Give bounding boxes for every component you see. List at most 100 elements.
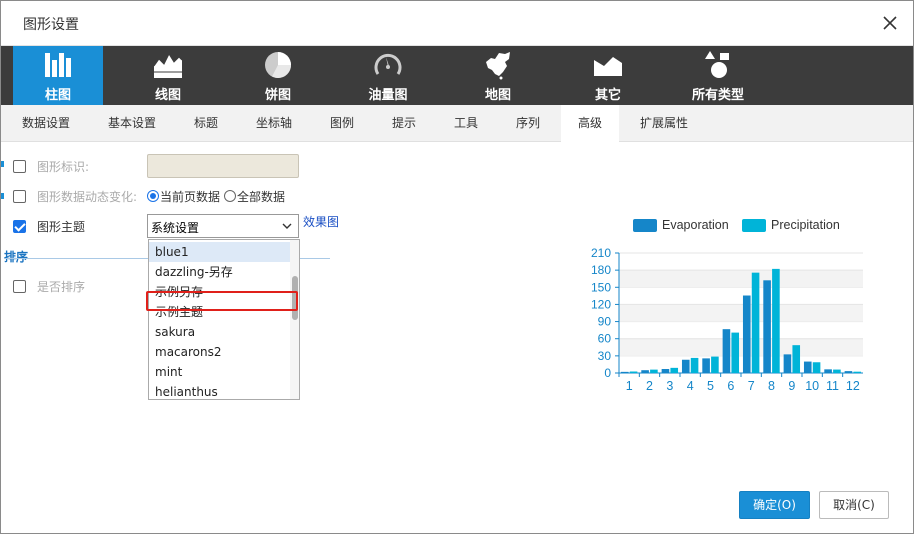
theme-option[interactable]: blue1 <box>149 242 291 262</box>
x-tick-label: 2 <box>646 379 653 393</box>
bar-evaporation <box>763 280 771 373</box>
sort-section-title: 排序 <box>4 250 29 264</box>
bar-precipitation <box>833 369 841 373</box>
bar-precipitation <box>812 362 821 373</box>
cancel-button[interactable]: 取消(C) <box>819 491 889 519</box>
theme-checkbox[interactable] <box>13 220 26 233</box>
dropdown-scrollbar[interactable] <box>290 240 299 399</box>
other-chart-icon <box>594 57 622 76</box>
theme-option[interactable]: 示例主题 <box>149 302 291 322</box>
tab-legend[interactable]: 图例 <box>319 105 365 142</box>
tab-title[interactable]: 标题 <box>181 105 231 142</box>
chart-type-all[interactable]: 所有类型 <box>673 46 763 105</box>
bar-precipitation <box>711 356 719 373</box>
sort-label: 是否排序 <box>37 280 86 294</box>
graph-id-label: 图形标识: <box>37 160 90 174</box>
chart-type-gauge[interactable]: 油量图 <box>343 46 433 105</box>
radio-all-data[interactable] <box>224 190 236 202</box>
y-tick-label: 180 <box>591 263 611 277</box>
y-tick-label: 120 <box>591 297 611 311</box>
theme-option[interactable]: macarons2 <box>149 342 291 362</box>
chart-type-bar-chart[interactable]: 柱图 <box>13 46 103 105</box>
theme-option[interactable]: mint <box>149 362 291 382</box>
graph-id-input[interactable] <box>147 154 299 178</box>
bar-evaporation <box>681 359 690 373</box>
y-tick-label: 150 <box>591 280 611 294</box>
grid-band <box>619 338 863 356</box>
legend-swatch <box>633 219 657 232</box>
y-tick-label: 60 <box>598 332 612 346</box>
x-tick-label: 10 <box>805 379 819 393</box>
chart-type-line-chart[interactable]: 线图 <box>123 46 213 105</box>
dialog-title: 图形设置 <box>23 17 79 33</box>
bar-precipitation <box>670 367 679 373</box>
y-tick-label: 30 <box>598 349 612 363</box>
chart-type-map[interactable]: 地图 <box>453 46 543 105</box>
bar-evaporation <box>844 371 853 373</box>
bar-evaporation <box>803 361 812 373</box>
bar-precipitation <box>772 268 780 373</box>
tab-data-settings[interactable]: 数据设置 <box>9 105 83 142</box>
bar-precipitation <box>751 272 760 373</box>
chart-type-label: 柱图 <box>44 88 71 103</box>
y-tick-label: 210 <box>591 246 611 260</box>
theme-select[interactable]: 系统设置 <box>147 214 299 238</box>
graph-id-checkbox[interactable] <box>13 160 26 173</box>
x-tick-label: 9 <box>788 379 795 393</box>
chart-type-pie-chart[interactable]: 饼图 <box>233 46 323 105</box>
effect-preview-link[interactable]: 效果图 <box>303 213 339 230</box>
chart-type-label: 地图 <box>484 88 511 103</box>
bar-precipitation <box>650 369 658 373</box>
bar-evaporation <box>641 370 649 373</box>
theme-option[interactable]: 示例另存 <box>149 282 291 302</box>
tab-advanced[interactable]: 高级 <box>561 105 619 142</box>
bar-evaporation <box>742 295 751 373</box>
dropdown-scroll-thumb[interactable] <box>292 276 298 320</box>
radio-current-page[interactable] <box>147 190 159 202</box>
tab-series[interactable]: 序列 <box>505 105 551 142</box>
x-tick-label: 8 <box>768 379 775 393</box>
chart-type-label: 饼图 <box>264 88 291 103</box>
bar-precipitation <box>853 371 862 373</box>
bar-evaporation <box>661 369 670 373</box>
legend-label: Evaporation <box>662 218 729 232</box>
x-tick-label: 3 <box>666 379 673 393</box>
bar-precipitation <box>731 332 740 373</box>
settings-tab-bar: 数据设置 基本设置 标题 坐标轴 图例 提示 工具 序列 高级 扩展属性 <box>1 105 913 142</box>
preview-bar-chart: Evaporation Precipitation 0 30 60 90 120 150 180… <box>591 218 863 393</box>
chart-type-label: 线图 <box>154 88 181 103</box>
dialog-titlebar: 图形设置 <box>1 1 913 46</box>
x-tick-label: 7 <box>748 379 755 393</box>
chart-type-label: 油量图 <box>368 88 408 103</box>
bar-evaporation <box>702 358 710 373</box>
legend-swatch <box>742 219 766 232</box>
tab-tools[interactable]: 工具 <box>443 105 489 142</box>
bar-chart-icon <box>45 53 71 77</box>
tab-basic-settings[interactable]: 基本设置 <box>95 105 169 142</box>
radio-all-data-label: 全部数据 <box>237 190 286 204</box>
theme-option[interactable]: helianthus <box>149 382 291 399</box>
theme-option[interactable]: dazzling-另存 <box>149 262 291 282</box>
grid-band <box>619 304 863 322</box>
tab-axis[interactable]: 坐标轴 <box>245 105 303 142</box>
y-tick-label: 0 <box>604 366 611 380</box>
bar-evaporation <box>722 329 731 373</box>
theme-option[interactable]: sakura <box>149 322 291 342</box>
theme-select-value: 系统设置 <box>151 221 200 235</box>
theme-label: 图形主题 <box>37 220 86 234</box>
chart-type-other[interactable]: 其它 <box>563 46 653 105</box>
china-map-icon <box>486 52 510 80</box>
x-tick-label: 6 <box>727 379 734 393</box>
y-tick-label: 90 <box>598 315 612 329</box>
theme-dropdown-list: blue1 dazzling-另存 示例另存 示例主题 sakura macar… <box>148 239 300 400</box>
x-tick-label: 5 <box>707 379 714 393</box>
close-icon[interactable] <box>881 14 899 32</box>
tab-extended-properties[interactable]: 扩展属性 <box>627 105 701 142</box>
sort-checkbox[interactable] <box>13 280 26 293</box>
ok-button[interactable]: 确定(O) <box>739 491 810 519</box>
x-tick-label: 12 <box>846 379 860 393</box>
dynamic-data-checkbox[interactable] <box>13 190 26 203</box>
gauge-icon <box>374 53 402 75</box>
tab-tooltip[interactable]: 提示 <box>381 105 427 142</box>
chart-type-label: 所有类型 <box>691 88 744 103</box>
